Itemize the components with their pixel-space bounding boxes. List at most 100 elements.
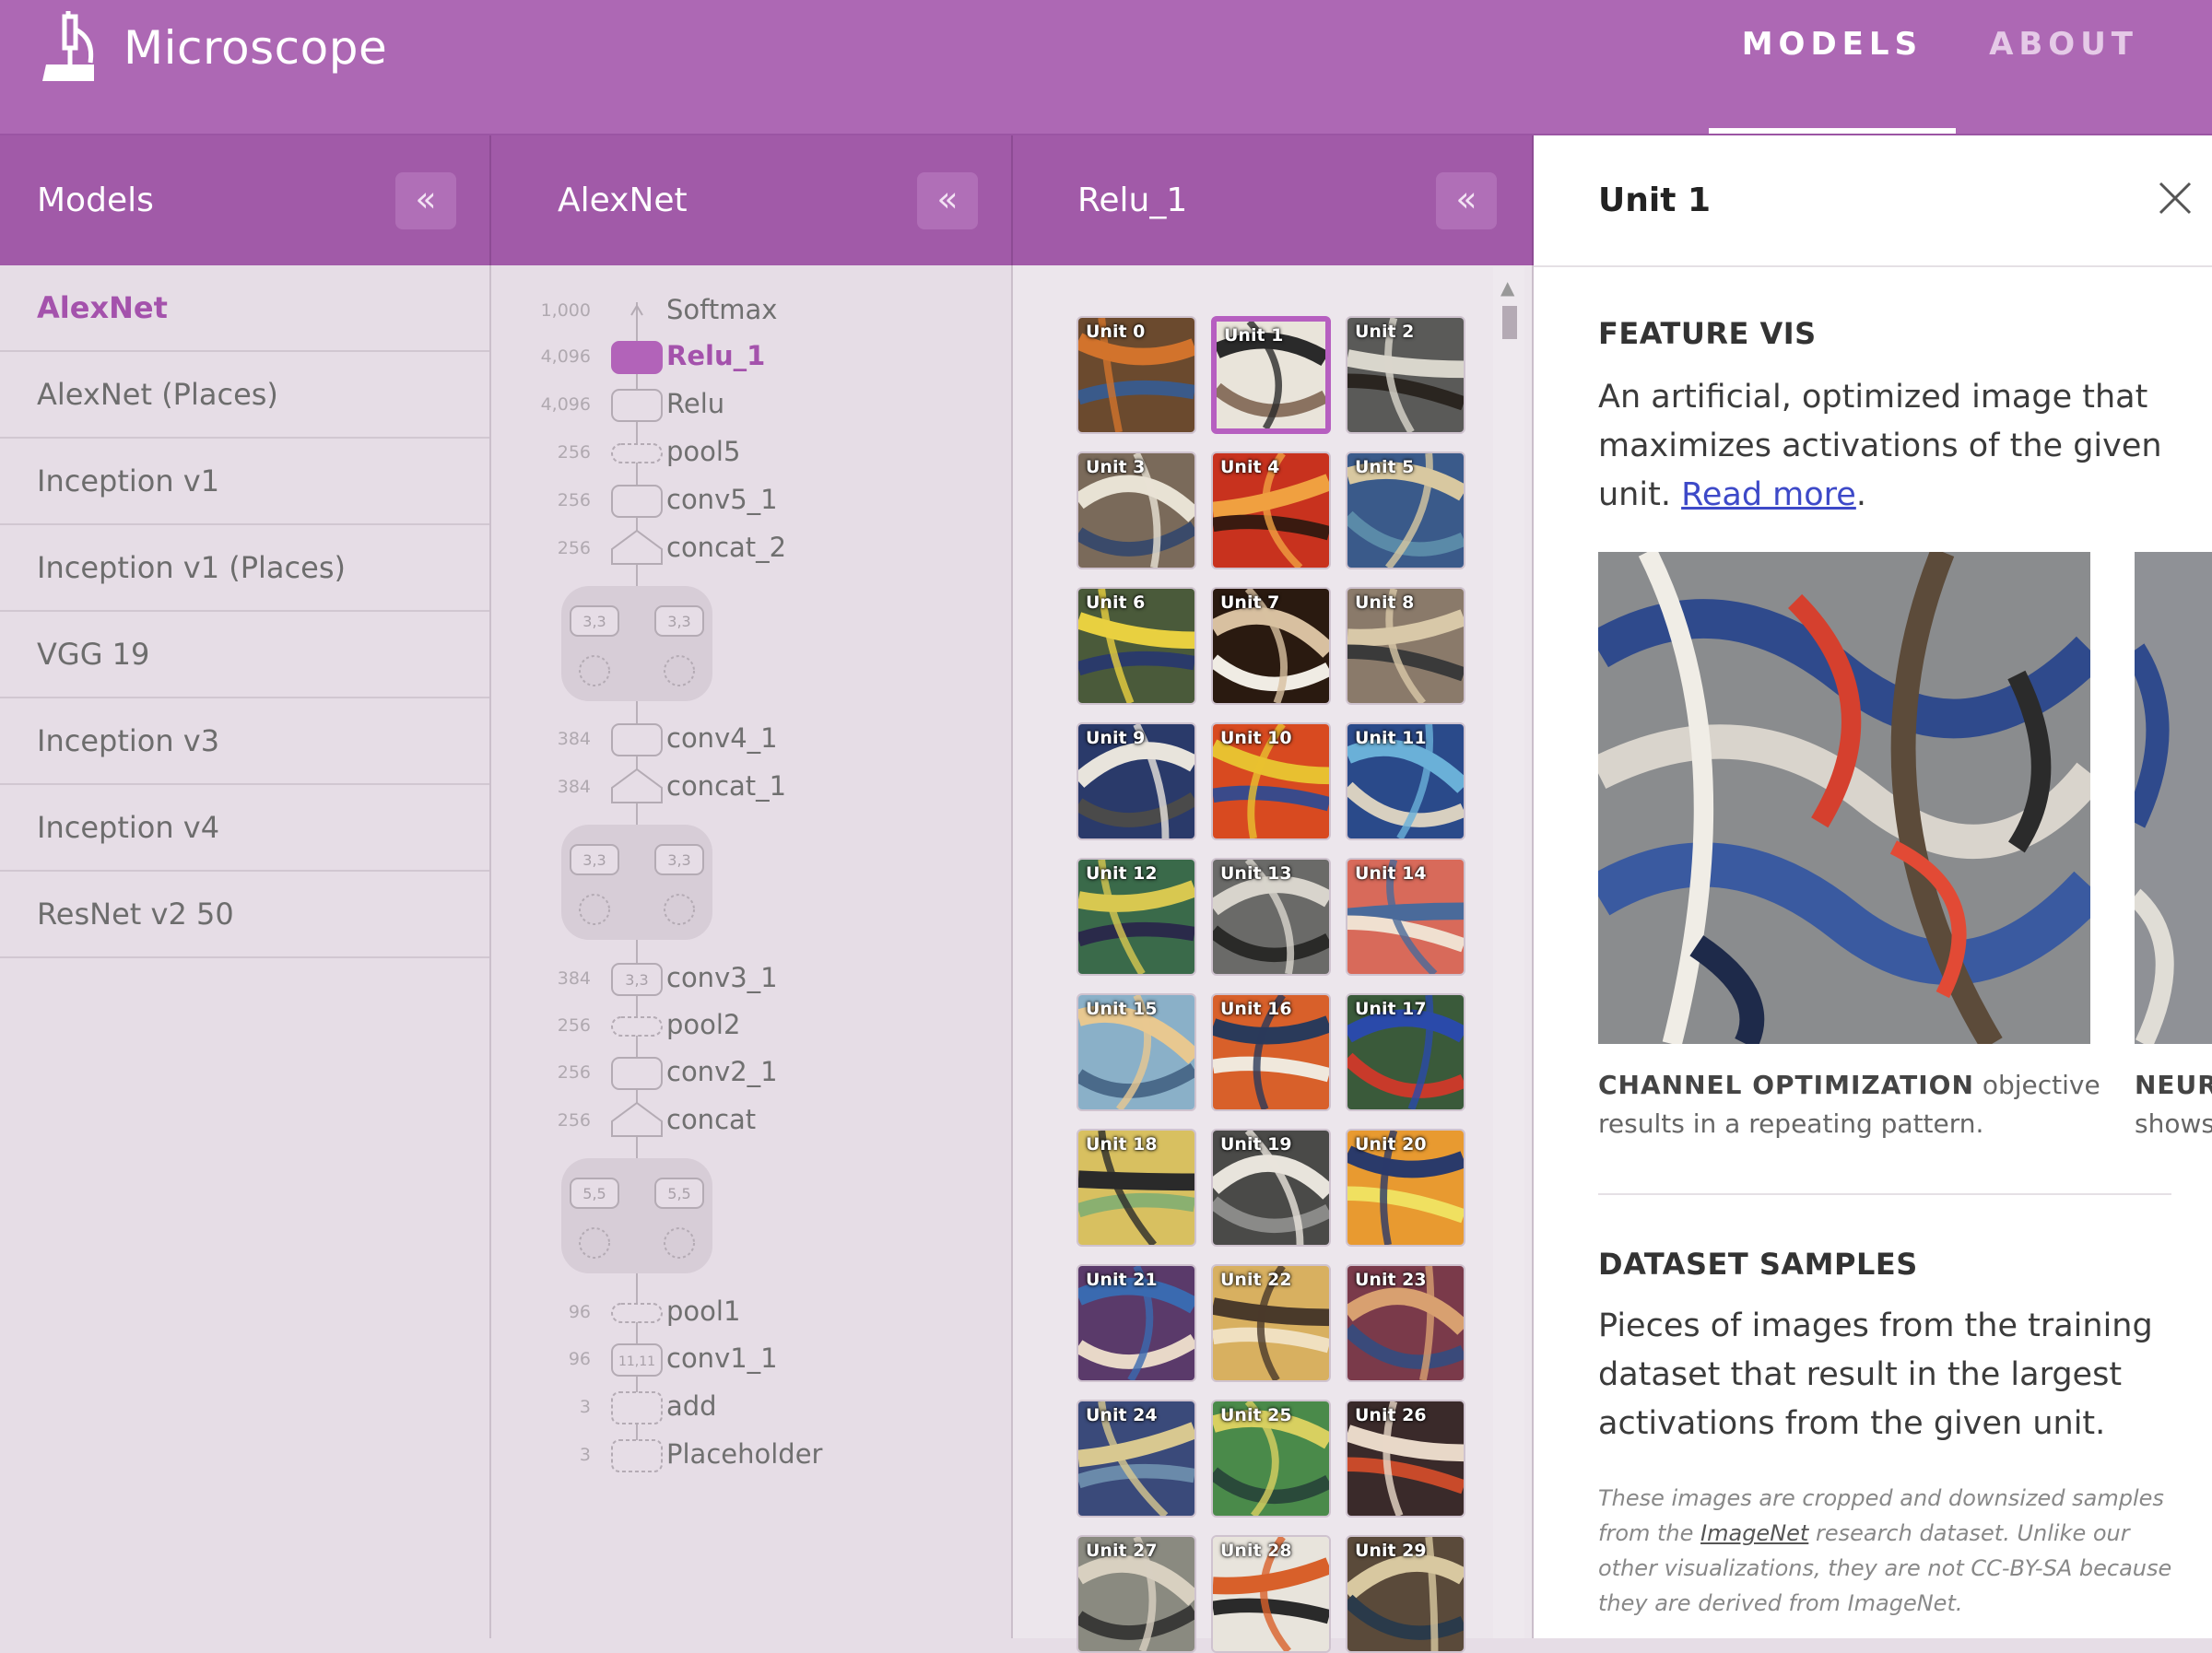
unit-thumbnail[interactable]: Unit 12 [1077, 858, 1196, 976]
layer-label[interactable]: pool1 [666, 1295, 740, 1327]
layer-label[interactable]: Relu_1 [666, 340, 765, 371]
layer-label[interactable]: conv3_1 [666, 962, 778, 993]
model-item[interactable]: ResNet v2 50 [0, 872, 489, 958]
layer-label[interactable]: add [666, 1390, 717, 1422]
unit-thumbnail[interactable]: Unit 26 [1346, 1400, 1465, 1518]
layer-label[interactable]: concat [666, 1104, 756, 1135]
unit-thumbnail[interactable]: Unit 6 [1077, 587, 1196, 705]
layer-node[interactable] [612, 342, 662, 373]
close-icon[interactable] [2157, 180, 2194, 217]
layer-label[interactable]: pool5 [666, 436, 740, 467]
model-item[interactable]: AlexNet [0, 265, 489, 352]
collapse-model-button[interactable]: « [917, 172, 978, 229]
microscope-logo-icon [37, 11, 103, 85]
unit-thumbnail[interactable]: Unit 22 [1211, 1264, 1331, 1382]
layer-label[interactable]: Softmax [666, 294, 777, 325]
layer-group-block[interactable]: 3,33,3 [561, 586, 712, 701]
unit-label: Unit 0 [1086, 322, 1145, 342]
unit-thumbnail[interactable]: Unit 19 [1211, 1129, 1331, 1247]
layer-node[interactable] [612, 444, 662, 463]
nav-models[interactable]: MODELS [1709, 0, 1956, 134]
unit-label: Unit 17 [1355, 999, 1427, 1019]
unit-thumbnail[interactable]: Unit 1 [1211, 316, 1331, 434]
unit-thumbnail[interactable]: Unit 18 [1077, 1129, 1196, 1247]
layer-kernel-label: 11,11 [618, 1354, 655, 1369]
layer-node[interactable] [612, 1440, 662, 1471]
unit-thumbnail[interactable]: Unit 29 [1346, 1535, 1465, 1653]
layer-node[interactable] [612, 1392, 662, 1424]
dataset-samples-description: Pieces of images from the training datas… [1598, 1302, 2170, 1448]
caption-neuron-bold: NEURO [2135, 1070, 2212, 1100]
neuron-optimization-image[interactable] [2135, 552, 2212, 1044]
layer-label[interactable]: conv4_1 [666, 722, 778, 754]
model-item[interactable]: Inception v4 [0, 785, 489, 872]
layer-node[interactable] [612, 531, 662, 564]
unit-thumbnail[interactable]: Unit 17 [1346, 993, 1465, 1111]
channel-optimization-image[interactable] [1598, 552, 2090, 1044]
layer-label[interactable]: concat_1 [666, 770, 786, 802]
layer-group-block[interactable]: 3,33,3 [561, 825, 712, 940]
units-scrollbar[interactable]: ▲ [1493, 267, 1524, 1638]
unit-thumbnail[interactable]: Unit 5 [1346, 451, 1465, 569]
layer-label[interactable]: conv5_1 [666, 484, 778, 515]
layer-label[interactable]: pool2 [666, 1009, 740, 1040]
layer-label[interactable]: concat_2 [666, 532, 786, 563]
layer-kernel-label: 3,3 [625, 971, 648, 989]
read-more-link[interactable]: Read more [1681, 476, 1856, 513]
unit-thumbnail[interactable]: Unit 3 [1077, 451, 1196, 569]
model-item[interactable]: AlexNet (Places) [0, 352, 489, 439]
layer-graph: 3,33,3 3,33,3 5,55,5 3,3 11,11 [491, 265, 1013, 1638]
unit-thumbnail[interactable]: Unit 9 [1077, 722, 1196, 840]
layer-node[interactable] [612, 390, 662, 421]
models-list: AlexNetAlexNet (Places)Inception v1Incep… [0, 265, 489, 958]
layer-channel-count: 256 [491, 1015, 591, 1036]
collapse-layer-button[interactable]: « [1436, 172, 1497, 229]
scroll-thumb[interactable] [1502, 306, 1517, 339]
unit-thumbnail[interactable]: Unit 0 [1077, 316, 1196, 434]
layer-channel-count: 3 [491, 1445, 591, 1465]
unit-thumbnail[interactable]: Unit 13 [1211, 858, 1331, 976]
models-column-title: Models [37, 135, 154, 265]
model-item[interactable]: Inception v3 [0, 698, 489, 785]
layer-node[interactable] [612, 1058, 662, 1089]
unit-label: Unit 1 [1224, 325, 1283, 346]
unit-thumbnail[interactable]: Unit 8 [1346, 587, 1465, 705]
unit-thumbnail[interactable]: Unit 23 [1346, 1264, 1465, 1382]
unit-thumbnail[interactable]: Unit 11 [1346, 722, 1465, 840]
imagenet-link[interactable]: ImageNet [1700, 1520, 1808, 1546]
scroll-up-arrow-icon[interactable]: ▲ [1500, 276, 1514, 299]
brand[interactable]: Microscope [37, 11, 387, 85]
unit-thumbnail[interactable]: Unit 2 [1346, 316, 1465, 434]
unit-thumbnail[interactable]: Unit 28 [1211, 1535, 1331, 1653]
unit-thumbnail[interactable]: Unit 16 [1211, 993, 1331, 1111]
nav-about[interactable]: ABOUT [1956, 0, 2171, 134]
layer-node[interactable] [612, 486, 662, 517]
unit-thumbnail[interactable]: Unit 27 [1077, 1535, 1196, 1653]
model-item[interactable]: Inception v1 (Places) [0, 525, 489, 612]
unit-label: Unit 15 [1086, 999, 1158, 1019]
unit-thumbnail[interactable]: Unit 10 [1211, 722, 1331, 840]
unit-thumbnail[interactable]: Unit 25 [1211, 1400, 1331, 1518]
layer-channel-count: 256 [491, 1062, 591, 1083]
layer-label[interactable]: conv2_1 [666, 1056, 778, 1087]
layer-node[interactable] [612, 1017, 662, 1036]
unit-thumbnail[interactable]: Unit 7 [1211, 587, 1331, 705]
model-item[interactable]: Inception v1 [0, 439, 489, 525]
unit-thumbnail[interactable]: Unit 14 [1346, 858, 1465, 976]
layer-node[interactable] [612, 724, 662, 756]
unit-thumbnail[interactable]: Unit 15 [1077, 993, 1196, 1111]
collapse-models-button[interactable]: « [395, 172, 456, 229]
caption-neuron-text: shows [2135, 1108, 2212, 1139]
layer-node[interactable] [612, 1304, 662, 1322]
layer-label[interactable]: Placeholder [666, 1438, 822, 1470]
unit-thumbnail[interactable]: Unit 24 [1077, 1400, 1196, 1518]
layer-group-block[interactable]: 5,55,5 [561, 1158, 712, 1273]
layer-label[interactable]: Relu [666, 388, 724, 419]
layer-node[interactable] [612, 1103, 662, 1136]
model-item[interactable]: VGG 19 [0, 612, 489, 698]
layer-label[interactable]: conv1_1 [666, 1342, 778, 1374]
unit-thumbnail[interactable]: Unit 21 [1077, 1264, 1196, 1382]
layer-node[interactable] [612, 769, 662, 803]
unit-thumbnail[interactable]: Unit 20 [1346, 1129, 1465, 1247]
unit-thumbnail[interactable]: Unit 4 [1211, 451, 1331, 569]
